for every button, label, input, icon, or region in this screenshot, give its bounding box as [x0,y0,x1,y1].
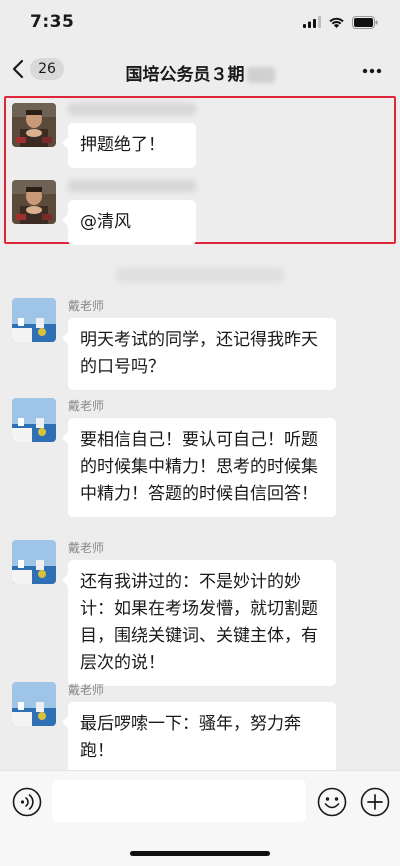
message-bubble[interactable]: 要相信自己！要认可自己！听题的时候集中精力！思考的时候集中精力！答题的时候自信回… [62,418,336,517]
message-input[interactable] [52,780,306,822]
sender-name-redacted [68,103,196,115]
signal-icon [303,16,321,28]
message-text: 要相信自己！要认可自己！听题的时候集中精力！思考的时候集中精力！答题的时候自信回… [80,430,318,504]
message-text: @清风 [80,212,131,232]
sender-name: 戴老师 [68,399,105,413]
more-icon[interactable] [362,68,382,74]
avatar[interactable] [12,298,56,342]
message-bubble[interactable]: 明天考试的同学，还记得我昨天的口号吗？ [62,318,336,390]
voice-icon[interactable] [12,787,42,817]
wifi-icon [329,17,344,28]
sender-name: 戴老师 [68,541,105,555]
message-item: 戴老师 还有我讲过的：不是妙计的妙计：如果在考场发懵，就切割题目，围绕关键词、关… [12,540,336,686]
message-item: 戴老师 明天考试的同学，还记得我昨天的口号吗？ [12,298,336,390]
message-bubble[interactable]: 还有我讲过的：不是妙计的妙计：如果在考场发懵，就切割题目，围绕关键词、关键主体，… [62,560,336,686]
message-item: 戴老师 要相信自己！要认可自己！听题的时候集中精力！思考的时候集中精力！答题的时… [12,398,336,517]
chat-title: 国培公务员３期 [0,60,400,85]
emoji-icon[interactable] [317,787,347,817]
message-text: 押题绝了！ [80,135,165,155]
avatar[interactable] [12,398,56,442]
message-text: 还有我讲过的：不是妙计的妙计：如果在考场发懵，就切割题目，围绕关键词、关键主体，… [80,572,318,673]
avatar[interactable] [12,103,56,147]
status-bar: 7:35 [0,0,400,44]
message-bubble[interactable]: @清风 [62,200,196,245]
battery-icon [352,15,378,29]
avatar[interactable] [12,180,56,224]
chat-title-text: 国培公务员３期 [125,65,245,85]
message-item: 押题绝了！ [12,103,196,168]
status-icons [303,15,378,29]
message-item: @清风 [12,180,196,245]
avatar[interactable] [12,682,56,726]
title-redaction [246,67,275,83]
home-indicator [130,851,270,856]
sender-name-redacted [68,180,196,192]
message-text: 最后啰嗦一下：骚年，努力奔跑！ [80,714,301,761]
message-text: 明天考试的同学，还记得我昨天的口号吗？ [80,330,318,377]
timestamp-redacted [116,268,284,282]
sender-name: 戴老师 [68,683,105,697]
sender-name: 戴老师 [68,299,105,313]
status-time: 7:35 [30,12,75,32]
message-bubble[interactable]: 押题绝了！ [62,123,196,168]
plus-icon[interactable] [360,787,390,817]
chat-header: 26 国培公务员３期 [0,44,400,98]
avatar[interactable] [12,540,56,584]
message-bubble[interactable]: 最后啰嗦一下：骚年，努力奔跑！ [62,702,336,774]
message-item: 戴老师 最后啰嗦一下：骚年，努力奔跑！ [12,682,336,774]
